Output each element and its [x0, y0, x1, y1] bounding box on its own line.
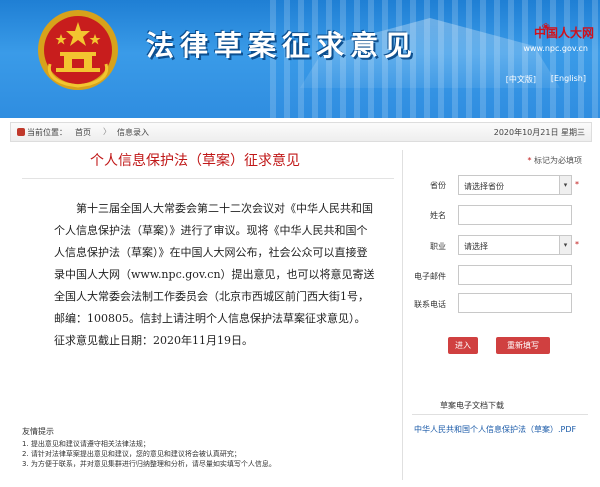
occupation-required-star: *: [575, 240, 579, 249]
email-field[interactable]: [458, 265, 572, 285]
province-select[interactable]: 请选择省份 ▾: [458, 175, 572, 195]
chevron-down-icon[interactable]: ▾: [559, 176, 571, 194]
location-icon: [17, 128, 25, 136]
tips-item: 1. 提出意见和建议请遵守相关法律法规；: [22, 440, 150, 448]
phone-label: 联系电话: [414, 300, 446, 309]
occupation-label: 职业: [430, 242, 446, 251]
tips-item: 2. 请针对法律草案提出意见和建议，您的意见和建议将会被认真研究；: [22, 450, 241, 458]
chevron-down-icon[interactable]: ▾: [559, 236, 571, 254]
name-field[interactable]: [458, 205, 572, 225]
province-label: 省份: [430, 181, 446, 190]
phone-field[interactable]: [458, 293, 572, 313]
language-english-link[interactable]: [English]: [551, 74, 586, 83]
language-chinese-link[interactable]: [中文版]: [506, 74, 536, 85]
draft-pdf-download-link[interactable]: 中华人民共和国个人信息保护法（草案）.PDF: [414, 424, 586, 436]
current-date: 2020年10月21日 星期三: [493, 128, 585, 137]
required-note: * 标记为必填项: [527, 155, 582, 166]
title-divider: [22, 178, 394, 179]
province-required-star: *: [575, 180, 579, 189]
occupation-select-value: 请选择: [464, 242, 488, 251]
friendly-tips: 友情提示 1. 提出意见和建议请遵守相关法律法规； 2. 请针对法律草案提出意见…: [22, 427, 276, 469]
breadcrumb: 当前位置： 首页 〉 信息录入 2020年10月21日 星期三: [10, 122, 592, 142]
column-divider: [402, 150, 403, 480]
reset-button[interactable]: 重新填写: [496, 337, 550, 354]
brand-url[interactable]: www.npc.gov.cn: [523, 44, 588, 53]
site-header: 法律草案征求意见 ❀ 中国人大网 www.npc.gov.cn [中文版] [E…: [0, 0, 600, 118]
province-select-value: 请选择省份: [464, 182, 504, 191]
brand-name[interactable]: 中国人大网: [534, 24, 594, 41]
site-title: 法律草案征求意见: [146, 29, 419, 62]
breadcrumb-current-label: 当前位置：: [27, 128, 67, 137]
tips-item: 3. 为方便于联系，并对意见集群进行归纳整理和分析，请尽量如实填写个人信息。: [22, 460, 276, 468]
breadcrumb-page: 信息录入: [117, 128, 149, 137]
submit-button[interactable]: 进入: [448, 337, 478, 354]
breadcrumb-separator-icon: 〉: [103, 127, 111, 136]
required-note-text: 标记为必填项: [534, 156, 582, 165]
breadcrumb-home-link[interactable]: 首页: [75, 127, 91, 138]
email-label: 电子邮件: [414, 272, 446, 281]
download-heading: 草案电子文档下载: [440, 401, 504, 410]
name-label: 姓名: [430, 211, 446, 220]
download-divider: [412, 414, 588, 415]
article-body: 第十三届全国人大常委会第二十二次会议对《中华人民共和国个人信息保护法（草案）》进…: [54, 202, 375, 347]
occupation-select[interactable]: 请选择 ▾: [458, 235, 572, 255]
national-emblem-icon: [38, 10, 118, 90]
required-star: *: [527, 156, 532, 165]
page-title: 个人信息保护法（草案）征求意见: [90, 153, 300, 169]
tips-heading: 友情提示: [22, 427, 54, 436]
